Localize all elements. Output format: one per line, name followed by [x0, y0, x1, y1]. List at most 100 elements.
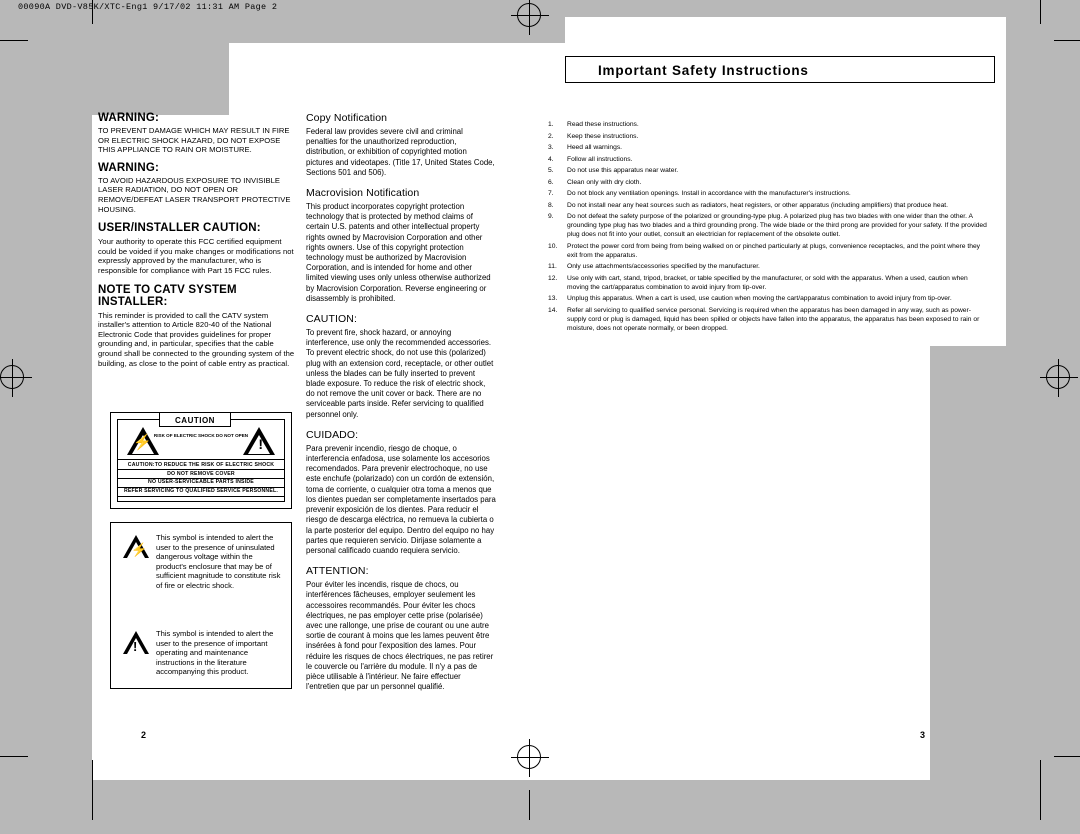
list-item-number: 5. — [548, 167, 554, 174]
user-installer-caution-heading: USER/INSTALLER CAUTION: — [98, 222, 261, 235]
list-item-number: 6. — [548, 178, 554, 186]
caution-label-artwork: CAUTION ⚡ ! RISK OF ELECTRIC SHOCK DO NO… — [110, 412, 292, 509]
list-item-number: 14. — [548, 306, 558, 314]
list-item-number: 11. — [548, 263, 557, 270]
list-item-text: Do not defeat the safety purpose of the … — [567, 213, 987, 238]
caution-label-rule-5 — [118, 496, 284, 497]
list-item: 11. Only use attachments/accessories spe… — [548, 262, 988, 271]
crop-mark-top-horizontal-left — [0, 40, 28, 41]
list-item-number: 2. — [548, 132, 554, 140]
warning-1-body: TO PREVENT DAMAGE WHICH MAY RESULT IN FI… — [98, 126, 290, 155]
list-item: 1. Read these instructions. — [548, 120, 988, 129]
warning-2-body: TO AVOID HAZARDOUS EXPOSURE TO INVISIBLE… — [98, 175, 291, 214]
exclamation-mark-icon: ! — [258, 436, 263, 452]
list-item: 6. Clean only with dry cloth. — [548, 178, 988, 187]
background-band-bottom — [0, 780, 1080, 834]
list-item-text: Do not use this apparatus near water. — [567, 167, 679, 174]
list-item-text: Protect the power cord from being from b… — [567, 242, 981, 259]
list-item: 14. Refer all servicing to qualified ser… — [548, 306, 988, 333]
exclamation-mark-icon: ! — [133, 639, 138, 654]
caution-label-rule-2 — [118, 469, 284, 470]
page-title: Important Safety Instructions — [598, 63, 809, 78]
list-item: 12. Use only with cart, stand, tripod, b… — [548, 274, 988, 292]
warning-2-heading: WARNING: — [98, 161, 160, 174]
grey-block-mid-left — [74, 115, 92, 780]
list-item-number: 8. — [548, 201, 554, 209]
crop-mark-bottom-horizontal-right — [1054, 756, 1080, 757]
caution-heading: CAUTION: — [306, 313, 357, 326]
list-item: 4. Follow all instructions. — [548, 155, 988, 164]
crop-mark-left-vertical-bottom — [92, 760, 93, 820]
prepress-slug: 00090A DVD-V85K/XTC-Eng1 9/17/02 11:31 A… — [18, 2, 278, 12]
list-item-text: Do not install near any heat sources suc… — [567, 201, 949, 209]
caution-label-rule-3 — [118, 478, 284, 479]
grey-block-upper-band — [229, 17, 529, 43]
list-item-number: 3. — [548, 144, 554, 151]
catv-note-body: This reminder is provided to call the CA… — [98, 310, 295, 368]
attention-body: Pour éviter les incendis, risque de choc… — [306, 580, 494, 692]
folio-left: 2 — [141, 730, 147, 740]
list-item: 7. Do not block any ventilation openings… — [548, 189, 988, 198]
list-item: 2. Keep these instructions. — [548, 132, 988, 141]
macrovision-body: This product incorporates copyright prot… — [306, 202, 491, 303]
lightning-bolt-icon: ⚡ — [131, 542, 148, 557]
crop-mark-right-vertical-bottom — [1040, 760, 1041, 820]
user-installer-caution-body: Your authority to operate this FCC certi… — [98, 237, 294, 275]
attention-heading: ATTENTION: — [306, 565, 369, 578]
list-item-number: 1. — [548, 121, 554, 128]
list-item-text: Keep these instructions. — [567, 132, 639, 140]
caution-label-line-2: DO NOT REMOVE COVER — [167, 470, 235, 477]
left-column-one: WARNING: TO PREVENT DAMAGE WHICH MAY RES… — [98, 112, 296, 375]
crop-mark-center-fold-bottom — [529, 790, 530, 820]
caution-body: To prevent fire, shock hazard, or annoyi… — [306, 328, 494, 419]
warning-1-heading: WARNING: — [98, 112, 160, 124]
list-item-number: 9. — [548, 213, 554, 220]
grey-block-upper-left — [74, 17, 229, 115]
grey-block-right-lower — [930, 346, 1006, 780]
list-item-number: 4. — [548, 155, 554, 163]
crop-mark-top-horizontal-right — [1054, 40, 1080, 41]
page-title-box: Important Safety Instructions — [565, 56, 995, 83]
caution-label-line-3: NO USER-SERVICEABLE PARTS INSIDE — [148, 479, 254, 485]
list-item-number: 13. — [548, 295, 558, 302]
list-item-text: Do not block any ventilation openings. I… — [567, 190, 851, 197]
caution-label-rule-1 — [118, 459, 284, 460]
list-item: 13. Unplug this apparatus. When a cart i… — [548, 294, 988, 303]
list-item-number: 12. — [548, 274, 558, 282]
background-band-top-left — [0, 0, 74, 834]
copy-notification-body: Federal law provides severe civil and cr… — [306, 127, 495, 177]
list-item: 5. Do not use this apparatus near water. — [548, 166, 988, 175]
list-item-text: Use only with cart, stand, tripod, brack… — [567, 274, 968, 291]
crop-mark-right-vertical — [1040, 0, 1041, 24]
list-item: 9. Do not defeat the safety purpose of t… — [548, 212, 988, 239]
folio-right: 3 — [920, 730, 926, 740]
list-item-text: Follow all instructions. — [567, 155, 633, 163]
symbol-instructions-text: This symbol is intended to alert the use… — [156, 629, 274, 676]
list-item-text: Only use attachments/accessories specifi… — [567, 263, 760, 270]
macrovision-heading: Macrovision Notification — [306, 187, 420, 200]
caution-label-rule-4 — [118, 487, 284, 488]
copy-notification-heading: Copy Notification — [306, 112, 388, 124]
list-item-text: Unplug this apparatus. When a cart is us… — [567, 295, 952, 302]
crop-mark-left-vertical — [92, 0, 93, 24]
list-item-text: Read these instructions. — [567, 121, 639, 128]
cuidado-body: Para prevenir incendio, riesgo de choque… — [306, 443, 496, 555]
catv-note-heading: NOTE TO CATV SYSTEM INSTALLER: — [98, 283, 237, 308]
registration-mark-left — [0, 359, 32, 397]
caution-label-triangle-caption: RISK OF ELECTRIC SHOCK DO NOT OPEN — [153, 433, 249, 438]
safety-instructions-list: 1. Read these instructions. 2. Keep thes… — [548, 120, 988, 335]
symbol-explanation-box: ⚡ This symbol is intended to alert the u… — [110, 522, 292, 689]
background-band-right — [1006, 0, 1080, 834]
registration-mark-top — [511, 0, 549, 35]
list-item: 3. Heed all warnings. — [548, 143, 988, 152]
list-item-text: Heed all warnings. — [567, 144, 623, 151]
list-item-number: 7. — [548, 190, 554, 197]
caution-label-word: CAUTION — [159, 412, 231, 427]
list-item-text: Refer all servicing to qualified service… — [567, 306, 980, 332]
crop-mark-bottom-horizontal-left — [0, 756, 28, 757]
registration-mark-bottom — [511, 739, 549, 777]
cuidado-heading: CUIDADO: — [306, 428, 359, 441]
list-item-number: 10. — [548, 242, 558, 250]
list-item: 10. Protect the power cord from being fr… — [548, 242, 988, 260]
symbol-voltage-text: This symbol is intended to alert the use… — [156, 533, 281, 590]
